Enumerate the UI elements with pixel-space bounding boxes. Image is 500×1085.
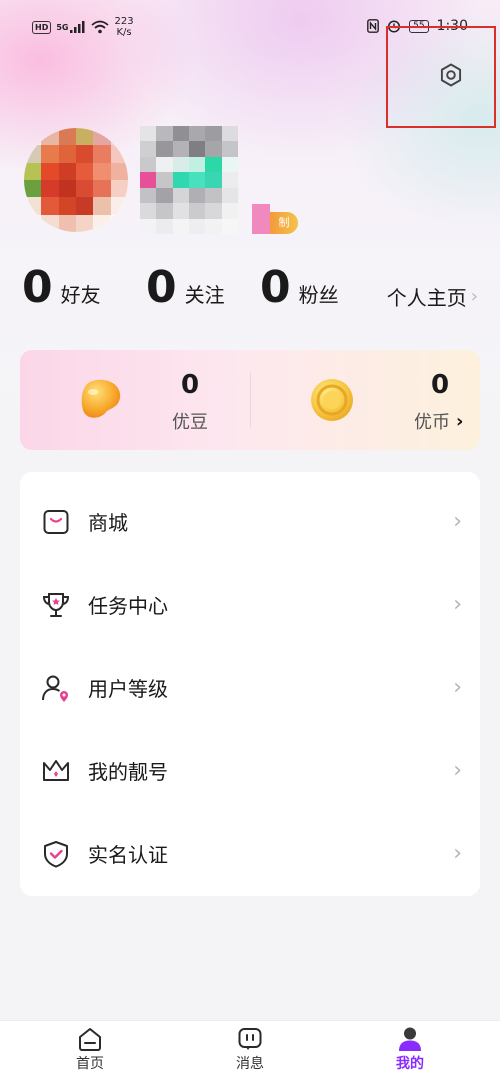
friends-stat[interactable]: 0 好友 bbox=[22, 262, 101, 314]
personal-homepage-label: 个人主页 bbox=[386, 286, 467, 310]
coins-label: 优币 bbox=[414, 412, 450, 433]
tab-profile-label: 我的 bbox=[396, 1056, 424, 1072]
settings-gear-icon bbox=[440, 63, 462, 87]
coins-wallet[interactable]: 0 优币 › bbox=[250, 350, 480, 450]
chevron-right-icon: › bbox=[453, 509, 462, 534]
coins-label-row: 优币 › bbox=[414, 408, 463, 434]
user-level-icon bbox=[42, 675, 68, 702]
chevron-right-icon: › bbox=[453, 675, 462, 700]
fans-stat[interactable]: 0 粉丝 bbox=[260, 262, 339, 314]
chevron-right-icon: › bbox=[456, 410, 464, 432]
menu-item-label: 实名认证 bbox=[88, 843, 168, 867]
chevron-right-icon: › bbox=[453, 592, 462, 617]
network-type: 5G bbox=[56, 22, 69, 32]
profile-icon bbox=[399, 1027, 421, 1051]
tab-home[interactable]: 首页 bbox=[45, 1021, 135, 1085]
chevron-right-icon: › bbox=[453, 758, 462, 783]
chevron-right-icon: › bbox=[453, 841, 462, 866]
chevron-right-icon: › bbox=[470, 286, 478, 307]
menu-item-real-name-auth[interactable]: 实名认证 › bbox=[20, 812, 480, 895]
crown-icon bbox=[43, 759, 69, 781]
hd-indicator: HD bbox=[32, 20, 52, 34]
fans-label: 粉丝 bbox=[298, 283, 339, 307]
fans-count: 0 bbox=[260, 262, 291, 313]
username-pixelated bbox=[140, 126, 238, 234]
coin-icon bbox=[311, 379, 353, 421]
following-label: 关注 bbox=[184, 283, 225, 307]
tab-profile[interactable]: 我的 bbox=[365, 1021, 455, 1085]
bottom-tab-bar: 首页 消息 我的 bbox=[0, 1020, 500, 1085]
signal-icon bbox=[70, 21, 85, 33]
trophy-icon bbox=[42, 592, 70, 617]
badge-pixel bbox=[252, 204, 270, 234]
home-icon bbox=[79, 1028, 101, 1051]
nfc-icon bbox=[367, 19, 379, 33]
shop-bag-icon bbox=[43, 509, 69, 534]
tab-home-label: 首页 bbox=[76, 1056, 104, 1072]
network-speed: 223 K/s bbox=[114, 16, 134, 38]
menu-item-label: 用户等级 bbox=[88, 677, 168, 701]
beans-label: 优豆 bbox=[172, 412, 208, 433]
settings-button[interactable] bbox=[434, 58, 468, 92]
shield-check-icon bbox=[44, 840, 68, 867]
menu-item-shop[interactable]: 商城 › bbox=[20, 480, 480, 563]
beans-count: 0 bbox=[180, 370, 200, 400]
tab-messages[interactable]: 消息 bbox=[205, 1021, 295, 1085]
menu-item-task-center[interactable]: 任务中心 › bbox=[20, 563, 480, 646]
avatar[interactable] bbox=[24, 128, 128, 232]
friends-count: 0 bbox=[22, 262, 53, 313]
wallet-card: 0 优豆 0 优币 › bbox=[20, 350, 480, 450]
stats-row: 0 好友 0 关注 0 粉丝 个人主页 › bbox=[22, 262, 482, 326]
coins-count: 0 bbox=[430, 370, 450, 400]
following-stat[interactable]: 0 关注 bbox=[146, 262, 225, 314]
following-count: 0 bbox=[146, 262, 177, 313]
personal-homepage-link[interactable]: 个人主页 › bbox=[387, 282, 478, 311]
menu-item-label: 我的靓号 bbox=[88, 760, 168, 784]
menu-list: 商城 › 任务中心 › 用户等级 › 我的靓号 › 实名认证 › bbox=[20, 472, 480, 896]
tab-messages-label: 消息 bbox=[236, 1056, 264, 1072]
message-icon bbox=[238, 1028, 262, 1050]
menu-item-label: 商城 bbox=[88, 511, 128, 535]
beans-wallet[interactable]: 0 优豆 bbox=[20, 350, 250, 450]
menu-item-vanity-number[interactable]: 我的靓号 › bbox=[20, 729, 480, 812]
wifi-icon bbox=[91, 20, 110, 34]
user-badge: 制 bbox=[270, 212, 298, 234]
menu-item-label: 任务中心 bbox=[88, 594, 168, 618]
friends-label: 好友 bbox=[60, 283, 101, 307]
menu-item-user-level[interactable]: 用户等级 › bbox=[20, 646, 480, 729]
bean-icon bbox=[81, 379, 121, 418]
